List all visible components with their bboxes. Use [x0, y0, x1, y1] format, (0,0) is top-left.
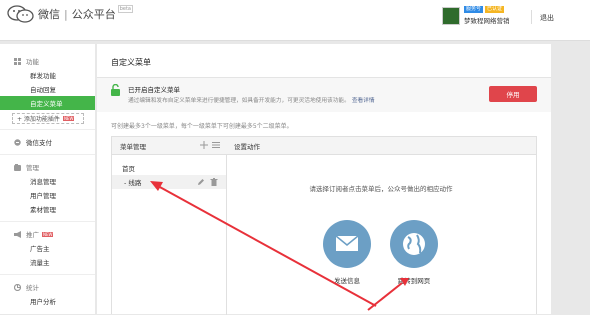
brand-name: 微信 [38, 8, 60, 21]
disable-menu-button[interactable]: 停用 [489, 86, 537, 102]
sidebar-group-label: 微信支付 [26, 139, 52, 147]
sidebar-group-label: 管理 [26, 164, 39, 172]
sidebar-item-materials[interactable]: 素材管理 [0, 202, 95, 216]
sidebar-item-advertiser[interactable]: 广告主 [0, 241, 95, 255]
sidebar-group-features: 功能 [0, 54, 95, 68]
status-notice: 已开启自定义菜单 通过编辑和发布自定义菜单来进行便捷管理，如具备开发能力，可更灵… [97, 78, 551, 112]
submenu-label: - 线路 [124, 179, 142, 187]
action-prompt: 请选择订阅者点击菜单后，公众号做出的相应动作 [309, 185, 453, 193]
menu-pane-title: 菜单管理 [120, 142, 146, 151]
globe-icon [390, 220, 438, 268]
envelope-icon [323, 220, 371, 268]
grid-icon [14, 57, 21, 65]
add-menu-icon[interactable] [200, 141, 208, 149]
service-account-badge: 服务号 [464, 6, 484, 13]
wechat-bubbles-icon [6, 5, 36, 23]
top-bar: 微信 | 公众平台 beta 服务号 已认证 梦致程网络营销 退出 [0, 0, 590, 41]
send-message-action[interactable]: 发送信息 [323, 220, 371, 285]
jump-to-webpage-action[interactable]: 跳转到网页 [390, 220, 438, 285]
sidebar-group-manage: 管理 [0, 160, 95, 174]
delete-icon[interactable] [210, 178, 218, 186]
settings-pane-header: 设置动作 [226, 137, 536, 155]
sidebar-group-label: 统计 [26, 284, 39, 292]
menu-editor: 菜单管理 首页 - 线路 设置动作 请选择订阅者点击菜单后，公众号做出的相应动作… [111, 136, 538, 315]
new-tag: NEW [42, 231, 54, 237]
sidebar-group-label: 推广 [26, 231, 39, 239]
sidebar-group-stats: 统计 [0, 280, 95, 294]
sidebar-divider [0, 129, 95, 130]
submenu-item-route[interactable]: - 线路 [112, 175, 226, 189]
notice-description: 通过编辑和发布自定义菜单来进行便捷管理，如具备开发能力，可更灵活地使用该功能。查… [128, 95, 375, 104]
account-avatar[interactable] [442, 7, 460, 25]
notice-text: 通过编辑和发布自定义菜单来进行便捷管理，如具备开发能力，可更灵活地使用该功能。 [128, 98, 350, 104]
sidebar-item-publisher[interactable]: 流量主 [0, 255, 95, 269]
notice-title: 已开启自定义菜单 [128, 86, 180, 94]
folder-icon [14, 163, 21, 171]
send-message-label: 发送信息 [334, 277, 360, 285]
add-plugin-label: + 添加功能插件 [17, 116, 60, 123]
sidebar-item-auto-reply[interactable]: 自动回复 [0, 82, 95, 96]
sidebar-item-user-analysis[interactable]: 用户分析 [0, 294, 95, 308]
sidebar-item-custom-menu[interactable]: 自定义菜单 [0, 96, 95, 110]
sidebar-item-users[interactable]: 用户管理 [0, 188, 95, 202]
jump-to-webpage-label: 跳转到网页 [397, 277, 431, 285]
account-badges: 服务号 已认证 [464, 6, 505, 13]
account-name[interactable]: 梦致程网络营销 [464, 15, 510, 25]
sidebar-group-promotion: 推广 NEW [0, 227, 95, 241]
sidebar-group-label: 功能 [26, 58, 39, 66]
sidebar-item-messages[interactable]: 消息管理 [0, 174, 95, 188]
sort-menu-icon[interactable] [212, 141, 220, 149]
unlock-icon [111, 83, 120, 96]
megaphone-icon [14, 230, 21, 238]
stats-icon [13, 283, 22, 291]
add-plugin-button[interactable]: + 添加功能插件 NEW [12, 113, 84, 124]
menu-pane-header: 菜单管理 [112, 137, 226, 155]
sidebar-item-mass-send[interactable]: 群发功能 [0, 68, 95, 82]
sidebar: 功能 群发功能 自动回复 自定义菜单 + 添加功能插件 NEW 微信支付 管理 … [0, 44, 95, 314]
view-details-link[interactable]: 查看详情 [352, 98, 375, 104]
beta-badge: beta [117, 5, 133, 13]
brand-separator: | [64, 7, 68, 21]
menu-management-pane: 菜单管理 首页 - 线路 [112, 137, 227, 315]
logout-link[interactable]: 退出 [540, 13, 554, 23]
wallet-icon [14, 138, 21, 146]
product-name: 公众平台 [71, 8, 116, 21]
header-divider [531, 10, 532, 24]
menu-limit-hint: 可创建最多3个一级菜单，每个一级菜单下可创建最多5个二级菜单。 [111, 123, 293, 130]
verified-badge: 已认证 [485, 6, 505, 13]
sidebar-item-wechat-pay[interactable]: 微信支付 [0, 135, 95, 149]
main-panel: 自定义菜单 已开启自定义菜单 通过编辑和发布自定义菜单来进行便捷管理，如具备开发… [97, 44, 551, 315]
sidebar-divider [0, 221, 95, 222]
action-settings-pane: 设置动作 请选择订阅者点击菜单后，公众号做出的相应动作 发送信息 跳转到网页 [226, 137, 538, 315]
page-title: 自定义菜单 [111, 58, 151, 67]
menu-item-home[interactable]: 首页 [122, 163, 135, 173]
new-tag: NEW [62, 116, 75, 121]
sidebar-divider [0, 154, 95, 155]
sidebar-divider [0, 274, 95, 275]
edit-icon[interactable] [197, 178, 205, 186]
wechat-logo[interactable]: 微信 | 公众平台 beta [6, 5, 133, 23]
